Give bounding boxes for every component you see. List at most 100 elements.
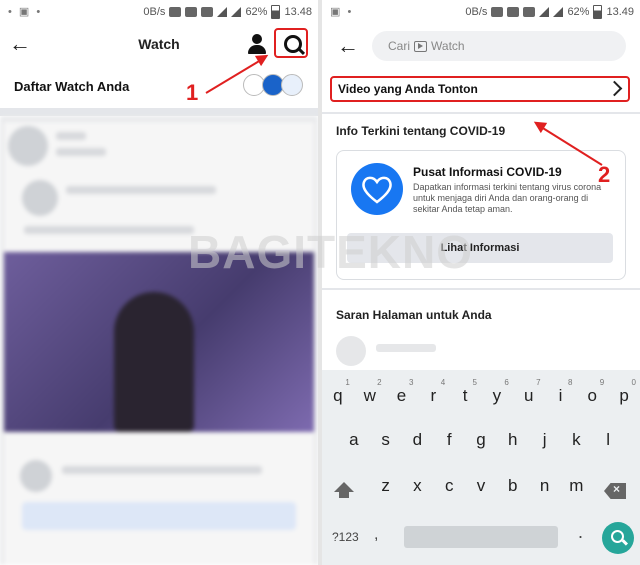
post-avatar bbox=[8, 126, 48, 166]
key-b[interactable]: b bbox=[497, 466, 529, 506]
key-l[interactable]: l bbox=[592, 420, 624, 460]
shared-author bbox=[66, 186, 216, 194]
watched-videos-label: Video yang Anda Tonton bbox=[338, 82, 478, 96]
vibrate-icon-right bbox=[491, 7, 504, 17]
key-c[interactable]: c bbox=[433, 466, 465, 506]
section-divider bbox=[322, 112, 640, 114]
key-q[interactable]: q1 bbox=[322, 376, 354, 416]
key-p[interactable]: p0 bbox=[608, 376, 640, 416]
watch-play-icon bbox=[414, 40, 428, 52]
key-v[interactable]: v bbox=[465, 466, 497, 506]
feed-post bbox=[4, 122, 314, 565]
suggested-page-name bbox=[376, 344, 436, 352]
vibrate-icon bbox=[169, 7, 182, 17]
key-hint: 9 bbox=[599, 378, 605, 387]
key-a[interactable]: a bbox=[338, 420, 370, 460]
key-s[interactable]: s bbox=[370, 420, 402, 460]
numbers-key[interactable]: ?123 bbox=[332, 530, 359, 544]
key-hint: 7 bbox=[536, 378, 541, 387]
key-n[interactable]: n bbox=[529, 466, 561, 506]
chevron-right-icon bbox=[606, 80, 623, 97]
key-j[interactable]: j bbox=[529, 420, 561, 460]
battery-percent: 62% bbox=[245, 6, 268, 18]
key-x[interactable]: x bbox=[402, 466, 434, 506]
watched-videos-row[interactable]: Video yang Anda Tonton bbox=[330, 76, 630, 102]
left-screen: • ▣ • 0B/s 62% 13.48 ← Watch Daftar Watc… bbox=[0, 0, 318, 565]
view-information-button[interactable]: Lihat Informasi bbox=[347, 233, 613, 263]
covid-info-card[interactable]: Pusat Informasi COVID-19 Dapatkan inform… bbox=[336, 150, 626, 280]
key-hint: 4 bbox=[440, 378, 446, 387]
key-t[interactable]: t5 bbox=[449, 376, 481, 416]
key-d[interactable]: d bbox=[402, 420, 434, 460]
watchlist-row[interactable]: Daftar Watch Anda bbox=[0, 64, 318, 116]
key-hint: 8 bbox=[567, 378, 573, 387]
covid-heart-logo-icon bbox=[351, 163, 403, 215]
annotation-number-2: 2 bbox=[598, 162, 611, 187]
annotation-number-1: 1 bbox=[186, 80, 199, 105]
net-speed-right: 0B/s bbox=[465, 6, 488, 18]
battery-icon-right bbox=[593, 5, 603, 19]
key-hint: 2 bbox=[377, 378, 382, 387]
shift-key-icon[interactable] bbox=[332, 482, 356, 504]
post-text bbox=[24, 226, 194, 234]
key-w[interactable]: w2 bbox=[354, 376, 386, 416]
key-hint: 1 bbox=[345, 378, 350, 387]
keyboard-search-button[interactable] bbox=[602, 522, 634, 554]
key-h[interactable]: h bbox=[497, 420, 529, 460]
search-icon bbox=[284, 35, 302, 53]
key-z[interactable]: z bbox=[370, 466, 402, 506]
key-o[interactable]: o9 bbox=[576, 376, 608, 416]
battery-icon bbox=[271, 5, 281, 19]
covid-card-description: Dapatkan informasi terkini tentang virus… bbox=[413, 182, 602, 214]
key-i[interactable]: i8 bbox=[545, 376, 577, 416]
shared-avatar bbox=[22, 180, 58, 216]
key-e[interactable]: e3 bbox=[386, 376, 418, 416]
wifi-icon-right bbox=[523, 7, 536, 17]
video-feed[interactable] bbox=[0, 116, 318, 565]
watchlist-label: Daftar Watch Anda bbox=[14, 78, 130, 94]
signal-icon-2 bbox=[231, 7, 242, 17]
key-g[interactable]: g bbox=[465, 420, 497, 460]
covid-section-heading: Info Terkini tentang COVID-19 bbox=[336, 124, 506, 138]
search-button[interactable] bbox=[274, 28, 308, 58]
status-bar: • ▣ • 0B/s 62% 13.48 bbox=[0, 0, 318, 24]
period-key[interactable]: . bbox=[578, 522, 583, 543]
post-author bbox=[56, 132, 86, 140]
clock-right: 13.49 bbox=[606, 6, 634, 18]
right-screen: ▣ • 0B/s 62% 13.49 ← Cari Watch Video ya… bbox=[322, 0, 640, 565]
key-hint: 3 bbox=[408, 378, 414, 387]
comma-key[interactable]: , bbox=[374, 526, 378, 544]
keyboard-row-3: zxcvbnm bbox=[322, 466, 640, 506]
keyboard-row-1: q1w2e3r4t5y6u7i8o9p0 bbox=[322, 376, 640, 416]
search-placeholder-prefix: Cari bbox=[388, 39, 411, 53]
feed-action-button[interactable] bbox=[22, 502, 296, 530]
key-m[interactable]: m bbox=[560, 466, 592, 506]
net-speed: 0B/s bbox=[143, 6, 166, 18]
key-k[interactable]: k bbox=[560, 420, 592, 460]
status-bar-right: ▣ • 0B/s 62% 13.49 bbox=[322, 0, 640, 24]
alarm-icon-right bbox=[507, 7, 520, 17]
keyboard-row-2: asdfghjkl bbox=[322, 420, 640, 460]
key-hint: 0 bbox=[631, 378, 636, 387]
keyboard-search-icon bbox=[611, 530, 624, 543]
followed-pages-avatars[interactable] bbox=[243, 74, 303, 96]
suggestion-divider bbox=[322, 288, 640, 290]
blurred-video-thumbnail[interactable] bbox=[4, 252, 314, 432]
key-r[interactable]: r4 bbox=[417, 376, 449, 416]
key-f[interactable]: f bbox=[433, 420, 465, 460]
wifi-icon bbox=[201, 7, 214, 17]
search-input[interactable]: Cari Watch bbox=[372, 31, 626, 61]
signal-icon bbox=[217, 7, 228, 17]
key-u[interactable]: u7 bbox=[513, 376, 545, 416]
space-key[interactable] bbox=[404, 526, 558, 548]
next-post-text bbox=[62, 466, 262, 474]
signal-icon-right bbox=[539, 7, 550, 17]
alarm-icon bbox=[185, 7, 198, 17]
status-dots: • ▣ • bbox=[8, 6, 43, 18]
key-hint: 5 bbox=[472, 378, 477, 387]
key-y[interactable]: y6 bbox=[481, 376, 513, 416]
back-arrow-icon-right[interactable]: ← bbox=[328, 26, 368, 66]
signal-icon-right-2 bbox=[553, 7, 564, 17]
next-post-avatar bbox=[20, 460, 52, 492]
suggestions-heading: Saran Halaman untuk Anda bbox=[336, 308, 492, 322]
